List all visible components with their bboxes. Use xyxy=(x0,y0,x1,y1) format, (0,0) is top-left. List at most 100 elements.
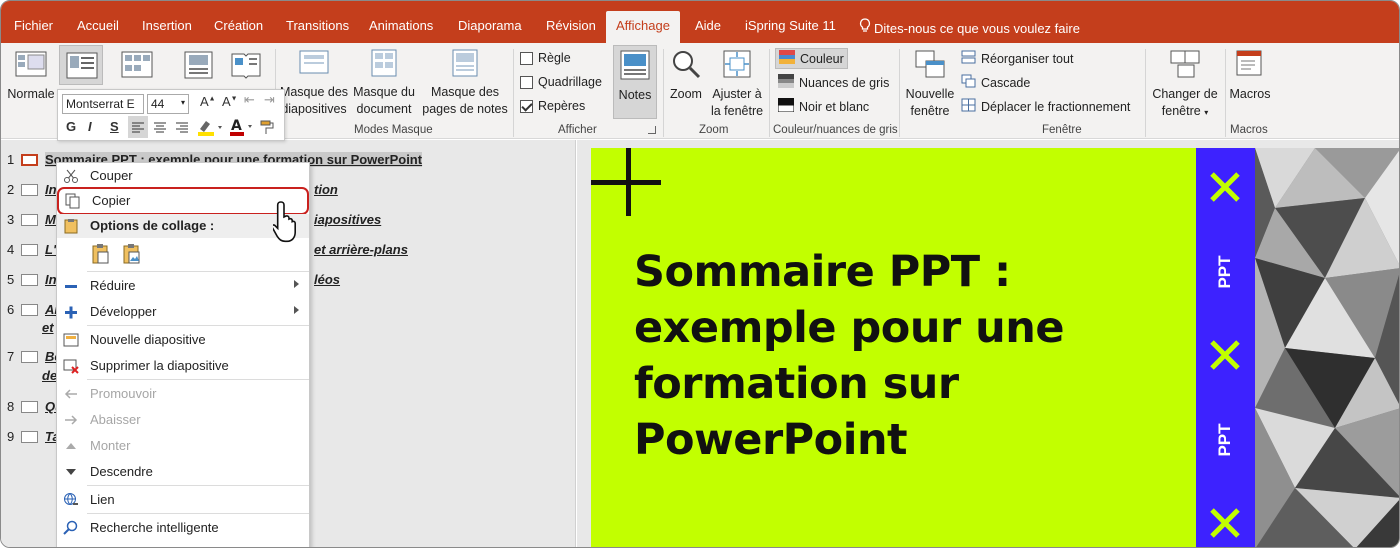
grow-font-icon[interactable]: A▲ xyxy=(200,94,216,109)
menu-item-abaisser[interactable]: Abaisser xyxy=(57,408,309,432)
font-name-input[interactable]: Montserrat E xyxy=(62,94,144,114)
notes-page-button[interactable] xyxy=(184,51,214,82)
menu-item-copier[interactable]: Copier xyxy=(57,187,309,215)
move-split-button[interactable]: Déplacer le fractionnement xyxy=(961,98,1130,115)
slide-master-button[interactable]: Masque des diapositives xyxy=(279,49,349,118)
paste-picture-icon[interactable] xyxy=(122,243,142,268)
x-mark-icon xyxy=(1210,508,1240,538)
outline-text-row-2-tail[interactable]: tion xyxy=(314,182,338,197)
outline-row-7[interactable]: 7 Bo xyxy=(7,349,62,364)
cascade-button[interactable]: Cascade xyxy=(961,74,1030,91)
tab-animations[interactable]: Animations xyxy=(369,11,433,43)
outline-view-button[interactable] xyxy=(59,45,103,85)
outline-row-6-cont[interactable]: et xyxy=(42,320,54,335)
afficher-dialog-launcher-icon[interactable] xyxy=(648,126,656,134)
macros-button[interactable]: Macros xyxy=(1227,49,1273,103)
zoom-label: Zoom xyxy=(670,87,702,101)
outline-row-8[interactable]: 8 Qu xyxy=(7,399,63,414)
shrink-font-icon[interactable]: A▼ xyxy=(222,94,238,109)
hand-cursor-icon xyxy=(271,199,301,248)
notes-master-button[interactable]: Masque des pages de notes xyxy=(419,49,511,118)
tab-affichage[interactable]: Affichage xyxy=(606,11,680,43)
align-right-button[interactable] xyxy=(172,116,192,141)
arrange-all-button[interactable]: Réorganiser tout xyxy=(961,50,1073,67)
bold-button[interactable]: G xyxy=(66,119,76,134)
menu-item-lien[interactable]: Lien xyxy=(57,488,309,512)
highlighter-icon xyxy=(198,121,222,136)
menu-item-promouvoir[interactable]: Promouvoir xyxy=(57,382,309,406)
submenu-arrow-icon xyxy=(294,280,299,288)
outline-row-6[interactable]: 6 Ar xyxy=(7,302,59,317)
underline-button[interactable]: S xyxy=(110,119,119,134)
outline-num: 4 xyxy=(7,242,15,257)
font-size-input[interactable]: 44 ▾ xyxy=(147,94,189,114)
outline-row-2[interactable]: 2 In xyxy=(7,182,57,197)
menu-item-reduire[interactable]: Réduire xyxy=(57,274,309,298)
outline-text-row-4-tail[interactable]: et arrière-plans xyxy=(314,242,408,257)
menu-label: Descendre xyxy=(90,464,153,479)
tab-transitions[interactable]: Transitions xyxy=(286,11,349,43)
outline-row-7-cont[interactable]: de xyxy=(42,368,57,383)
tab-aide[interactable]: Aide xyxy=(695,11,721,43)
menu-label: Options de collage : xyxy=(90,218,215,233)
outline-text-row-5-tail[interactable]: léos xyxy=(314,272,340,287)
tab-diaporama[interactable]: Diaporama xyxy=(458,11,522,43)
menu-item-supprimer-diapositive[interactable]: Supprimer la diapositive xyxy=(57,354,309,378)
ruler-checkbox[interactable]: Règle xyxy=(520,51,571,65)
notes-master-label-1: Masque des xyxy=(430,85,500,99)
outline-text-fragment[interactable]: de xyxy=(42,368,57,383)
tab-revision[interactable]: Révision xyxy=(546,11,596,43)
menu-item-couper[interactable]: Couper xyxy=(57,164,309,188)
italic-button[interactable]: I xyxy=(88,119,92,134)
outline-row-9[interactable]: 9 Ta xyxy=(7,429,60,444)
outline-text-row-3-tail[interactable]: iapositives xyxy=(314,212,381,227)
menu-item-recherche-intelligente[interactable]: Recherche intelligente xyxy=(57,516,309,540)
slide-sorter-button[interactable] xyxy=(121,51,153,82)
guides-checkbox[interactable]: Repères xyxy=(520,99,585,113)
align-left-icon xyxy=(132,122,144,133)
tab-accueil[interactable]: Accueil xyxy=(77,11,119,43)
tell-me-box[interactable]: Dites-nous ce que vous voulez faire xyxy=(859,11,1080,43)
align-center-button[interactable] xyxy=(150,116,170,141)
guides-check-box[interactable] xyxy=(520,99,533,113)
menu-item-developper[interactable]: Développer xyxy=(57,300,309,324)
notes-button[interactable]: Notes xyxy=(613,45,657,119)
tab-insertion[interactable]: Insertion xyxy=(142,11,192,43)
highlight-color-button[interactable] xyxy=(196,117,224,140)
fit-to-window-button[interactable]: Ajuster à la fenêtre xyxy=(707,49,767,120)
color-button[interactable]: Couleur xyxy=(775,48,848,69)
handout-master-button[interactable]: Masque du document xyxy=(351,49,417,118)
reading-view-button[interactable] xyxy=(230,51,262,82)
menu-item-descendre[interactable]: Descendre xyxy=(57,460,309,484)
slide-master-label-1: Masque des xyxy=(279,85,349,99)
current-slide[interactable]: Sommaire PPT : exemple pour une formatio… xyxy=(591,148,1399,547)
new-window-button[interactable]: Nouvelle fenêtre xyxy=(901,49,959,120)
ruler-check-box[interactable] xyxy=(520,51,533,65)
macros-label: Macros xyxy=(1229,87,1271,101)
tab-fichier[interactable]: Fichier xyxy=(14,11,53,43)
switch-window-button[interactable]: Changer de fenêtre ▾ xyxy=(1149,49,1221,121)
tab-creation[interactable]: Création xyxy=(214,11,263,43)
tab-ispring[interactable]: iSpring Suite 11 xyxy=(745,11,836,43)
font-color-button[interactable]: A xyxy=(228,116,256,141)
menu-item-monter[interactable]: Monter xyxy=(57,434,309,458)
slide-title[interactable]: Sommaire PPT : exemple pour une formatio… xyxy=(634,244,1174,468)
gridlines-check-box[interactable] xyxy=(520,75,533,89)
minus-icon xyxy=(63,278,79,294)
grayscale-button[interactable]: Nuances de gris xyxy=(778,74,889,91)
outline-text-fragment[interactable]: In xyxy=(45,182,57,197)
black-white-button[interactable]: Noir et blanc xyxy=(777,98,869,115)
normal-view-button[interactable]: Normale xyxy=(5,49,57,103)
fit-window-icon xyxy=(707,49,767,84)
zoom-button[interactable]: Zoom xyxy=(667,49,705,103)
slide-title-line-4: PowerPoint xyxy=(634,415,908,465)
gridlines-checkbox[interactable]: Quadrillage xyxy=(520,75,602,89)
menu-item-nouvelle-diapositive[interactable]: Nouvelle diapositive xyxy=(57,328,309,352)
plus-icon xyxy=(63,304,79,320)
paste-keep-format-icon[interactable] xyxy=(91,243,111,268)
format-painter-icon[interactable] xyxy=(258,118,276,139)
increase-indent-icon[interactable]: ⇥ xyxy=(264,92,275,108)
align-left-button[interactable] xyxy=(128,116,148,138)
outline-text-fragment[interactable]: et xyxy=(42,320,54,335)
decrease-indent-icon[interactable]: ⇤ xyxy=(244,92,255,108)
